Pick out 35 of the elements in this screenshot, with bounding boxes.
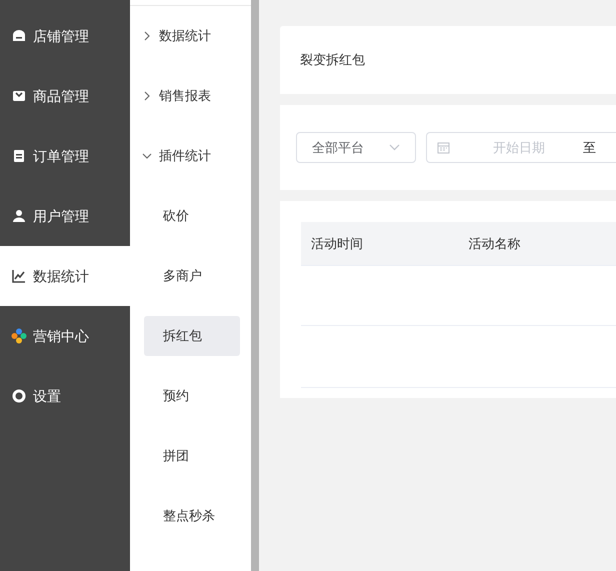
chevron-down-icon	[389, 144, 400, 151]
submenu-item[interactable]: 多商户	[144, 256, 240, 296]
user-icon	[11, 208, 27, 224]
line-chart-icon	[11, 268, 27, 284]
sidebar-item[interactable]: 营销中心	[0, 306, 130, 366]
petals-icon	[11, 328, 27, 344]
start-date-placeholder: 开始日期	[493, 138, 545, 157]
submenu-item[interactable]: 拆红包	[144, 316, 240, 356]
column-header: 活动时间	[310, 234, 364, 253]
chevron-right-icon	[142, 91, 152, 101]
chevron-down-icon	[142, 151, 152, 161]
calendar-icon	[437, 141, 450, 154]
submenu-item[interactable]: 整点秒杀	[144, 496, 240, 536]
store-icon	[11, 28, 27, 44]
sidebar-item[interactable]: 数据统计	[0, 246, 130, 306]
sidebar-item[interactable]: 店铺管理	[0, 6, 130, 66]
sidebar-item[interactable]: 设置	[0, 366, 130, 426]
page-title: 裂变拆红包	[300, 51, 365, 70]
submenu-item[interactable]: 拼团	[144, 436, 240, 476]
clipboard-icon	[11, 148, 27, 164]
submenu-group[interactable]: 销售报表	[130, 66, 251, 126]
column-header: 活动名称	[468, 234, 522, 253]
range-separator: 至	[583, 138, 596, 157]
submenu-item[interactable]: 预约	[144, 376, 240, 416]
sidebar-item[interactable]: 订单管理	[0, 126, 130, 186]
chevron-right-icon	[142, 31, 152, 41]
submenu-item[interactable]: 砍价	[144, 196, 240, 236]
ring-icon	[11, 388, 27, 404]
submenu-group[interactable]: 数据统计	[130, 6, 251, 66]
sidebar-item[interactable]: 用户管理	[0, 186, 130, 246]
sidebar-item[interactable]: 商品管理	[0, 66, 130, 126]
bag-icon	[11, 88, 27, 104]
platform-select[interactable]: 全部平台	[296, 132, 416, 163]
submenu-group[interactable]: 插件统计	[130, 126, 251, 186]
date-range-field[interactable]: 开始日期 至	[426, 132, 616, 163]
